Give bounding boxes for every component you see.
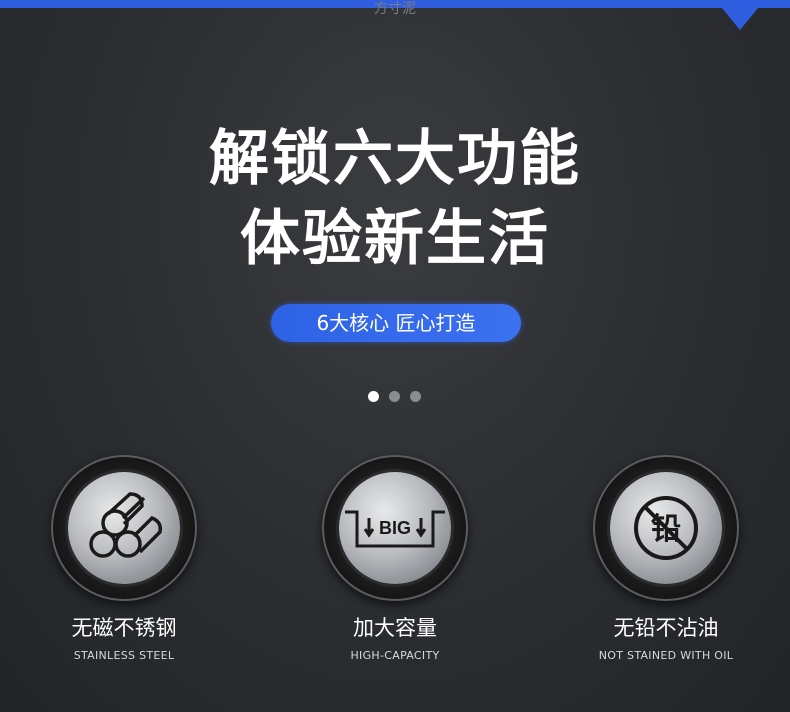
feature-badge — [51, 455, 197, 601]
carousel-dot-1[interactable] — [368, 391, 379, 402]
feature-badge: 铅 — [593, 455, 739, 601]
feature-stainless-steel: 无磁不锈钢 STAINLESS STEEL — [0, 455, 254, 662]
carousel-dots — [368, 391, 421, 402]
headline-line-2: 体验新生活 — [240, 204, 550, 274]
feature-title: 无磁不锈钢 — [71, 616, 177, 640]
lead-character: 铅 — [651, 512, 681, 547]
big-label: BIG — [379, 518, 411, 538]
carousel-dot-3[interactable] — [410, 391, 421, 402]
feature-high-capacity: BIG 加大容量 HIGH-CAPACITY — [265, 455, 525, 662]
feature-title: 无铅不沾油 — [613, 616, 719, 640]
carousel-dot-2[interactable] — [389, 391, 400, 402]
feature-badge: BIG — [322, 455, 468, 601]
headline-line-1: 解锁六大功能 — [209, 124, 581, 194]
feature-subtitle: HIGH-CAPACITY — [350, 649, 440, 662]
feature-subtitle: STAINLESS STEEL — [73, 649, 175, 662]
watermark: 方寸泥 — [374, 1, 416, 17]
pipes-icon — [68, 472, 180, 584]
no-lead-icon: 铅 — [610, 472, 722, 584]
feature-title: 加大容量 — [353, 616, 437, 640]
feature-subtitle: NOT STAINED WITH OIL — [598, 649, 734, 662]
big-pot-icon: BIG — [339, 472, 451, 584]
feature-no-lead: 铅 无铅不沾油 NOT STAINED WITH OIL — [536, 455, 790, 662]
highlight-pill: 6大核心 匠心打造 — [271, 304, 521, 342]
